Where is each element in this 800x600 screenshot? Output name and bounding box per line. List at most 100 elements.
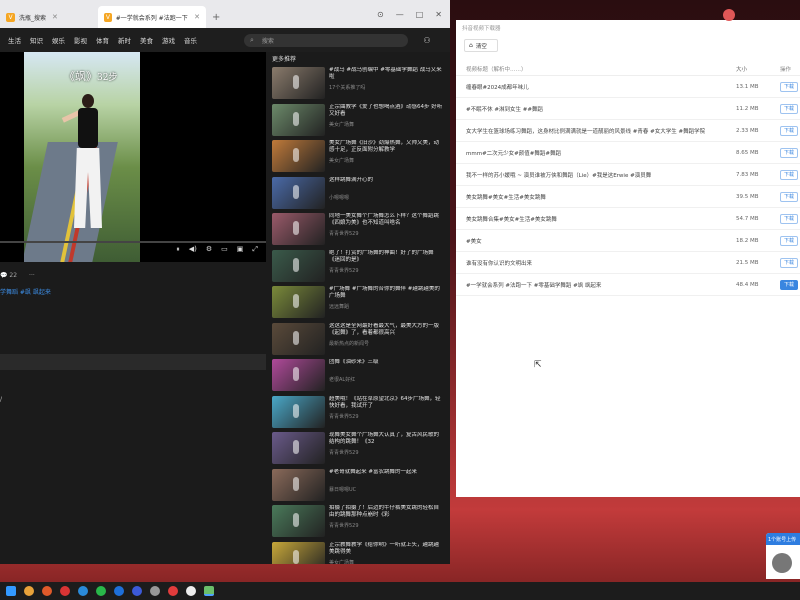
recommendation-thumbnail[interactable] xyxy=(272,103,325,136)
recommendation-item[interactable]: 这这这是全网最好看最大气，最美大方的一版《起舞》了，看着都很高兴 最新热点的新闻号 xyxy=(272,322,448,360)
nav-life[interactable]: 生活 xyxy=(8,35,21,45)
close-tab-icon[interactable]: ✕ xyxy=(52,13,58,21)
close-tab-icon[interactable]: ✕ xyxy=(194,13,200,21)
recommendation-author[interactable]: 小嗯嗯嗯 xyxy=(329,194,443,201)
more-icon[interactable]: ··· xyxy=(29,272,35,279)
recommendation-item[interactable]: 正宗教舞教学《给你哟》一听就上头，越跳越美跳得美美女广场舞 xyxy=(272,541,448,565)
recommendation-thumbnail[interactable] xyxy=(272,140,325,172)
recommendation-item[interactable]: 正宗曲教学《爱了也想喝点酒》动感64步 好听又好看美女广场舞 xyxy=(272,103,448,141)
comment-button[interactable]: 💬 22 xyxy=(0,272,17,279)
recommendation-thumbnail[interactable] xyxy=(272,67,325,99)
recommendation-title-text[interactable]: 团舞《油砂来》三级 xyxy=(329,359,443,373)
nav-sports[interactable]: 体育 xyxy=(96,35,109,45)
taskbar-app-explorer[interactable] xyxy=(24,586,34,596)
nav-news[interactable]: 新时 xyxy=(118,35,131,45)
taskbar-app-w[interactable] xyxy=(168,586,178,596)
maximize-button[interactable]: □ xyxy=(416,10,424,19)
recommendation-title-text[interactable]: 同地一美女舞个广场舞怎么下样？这个舞蹈跳《四娘为美》也不知道叫啥名 xyxy=(329,213,443,227)
recommendation-author[interactable]: 美女广场舞 xyxy=(329,559,443,565)
download-button[interactable]: 下载 xyxy=(780,169,798,180)
taskbar-app-settings[interactable] xyxy=(150,586,160,596)
nav-film[interactable]: 影视 xyxy=(74,35,87,45)
start-button[interactable] xyxy=(6,586,16,596)
recommendation-title-text[interactable]: 正宗曲教学《爱了也想喝点酒》动感64步 好听又好看 xyxy=(329,104,443,118)
pause-icon[interactable]: ⏸ xyxy=(176,245,180,254)
download-button[interactable]: 下载 xyxy=(780,147,798,158)
recommendation-item[interactable]: 美女广场舞《旧沙》劲爆热舞，又帅又美，动感十足，正反面附分解教学美女广场舞 xyxy=(272,140,448,177)
recommendation-author[interactable]: 17个关系推了吗 xyxy=(329,84,443,91)
taskbar-app-downloader[interactable] xyxy=(204,586,214,596)
recommendation-thumbnail[interactable] xyxy=(272,322,325,355)
tab-video[interactable]: V #一学就会系列 #法跑一下 #零基础 ✕ xyxy=(98,6,206,28)
recommendation-thumbnail[interactable] xyxy=(272,249,325,282)
nav-music[interactable]: 音乐 xyxy=(184,35,197,45)
user-icon[interactable]: ⚇ xyxy=(416,36,438,45)
tab-search[interactable]: V 洗瓶_搜索 ✕ xyxy=(0,6,98,28)
comment-input-area[interactable] xyxy=(0,354,266,370)
taskbar-app-firefox[interactable] xyxy=(42,586,52,596)
notification-popup[interactable]: 1个账号上传 xyxy=(766,533,800,579)
download-button[interactable]: 下载 xyxy=(780,191,798,202)
recommendation-author[interactable]: 老很AL好红 xyxy=(329,376,443,383)
recommendation-title-text[interactable]: #战马 #战马创编中 #零基础学舞蹈 战马又来啦 xyxy=(329,67,443,81)
download-button[interactable]: 下载 xyxy=(780,257,798,268)
recommendation-item[interactable]: 团舞《油砂来》三级老很AL好红 xyxy=(272,359,448,396)
desktop-icon[interactable] xyxy=(723,9,735,21)
recommendation-thumbnail[interactable] xyxy=(272,176,325,209)
minimize-button[interactable]: — xyxy=(396,10,404,19)
download-button[interactable]: 下载 xyxy=(780,213,798,224)
recommendation-author[interactable]: 美女广场舞 xyxy=(329,121,443,128)
recommendation-item[interactable]: 拍摄了拍摄了！后边的牛仔裤美女跳的轻松自由的跳舞那种点崩时《彩青青世界529 xyxy=(272,505,448,542)
recommendation-item[interactable]: #老哥就舞起来 #富农跳舞的一起来 暴日嗯嗯UC xyxy=(272,468,448,506)
recommendation-thumbnail[interactable] xyxy=(272,359,325,391)
recommendation-title-text[interactable]: 正宗教舞教学《给你哟》一听就上头，越跳越美跳得美 xyxy=(329,542,443,556)
recommendation-item[interactable]: 同地一美女舞个广场舞怎么下样？这个舞蹈跳《四娘为美》也不知道叫啥名青青世界529 xyxy=(272,213,448,250)
recommendation-item[interactable]: 这样跳舞满开心的小嗯嗯嗯 xyxy=(272,176,448,214)
taskbar-app-baidu[interactable] xyxy=(132,586,142,596)
recommendation-item[interactable]: #广场舞 #广场舞的合你的舞伴 #越跳越美的广场舞远远舞蹈 xyxy=(272,286,448,323)
recommendation-author[interactable]: 青青世界529 xyxy=(329,449,443,456)
browser-menu-icon[interactable]: ⊙ xyxy=(377,10,384,19)
recommendation-author[interactable]: 最新热点的新闻号 xyxy=(329,340,443,347)
close-window-button[interactable]: ✕ xyxy=(435,10,442,19)
recommendation-title-text[interactable]: 超美哦！《站在草原望北京》64步广场舞，轻快好看，我试开了 xyxy=(329,396,443,410)
progress-bar[interactable] xyxy=(0,241,266,243)
new-tab-button[interactable]: + xyxy=(212,12,220,23)
recommendation-title-text[interactable]: 现舞美女舞个广场舞大认真了，复古风民歌的结构的跳舞！《32 xyxy=(329,432,443,446)
recommendation-item[interactable]: #战马 #战马创编中 #零基础学舞蹈 战马又来啦 17个关系推了吗 xyxy=(272,67,448,104)
settings-icon[interactable]: ⚙ xyxy=(206,245,212,254)
recommendation-thumbnail[interactable] xyxy=(272,432,325,464)
recommendation-author[interactable]: 青青世界529 xyxy=(329,522,443,529)
volume-icon[interactable]: ◀) xyxy=(189,245,197,254)
download-button[interactable]: 下载 xyxy=(780,81,798,92)
recommendation-thumbnail[interactable] xyxy=(272,505,325,537)
nav-food[interactable]: 美食 xyxy=(140,35,153,45)
theater-icon[interactable]: ▣ xyxy=(237,245,244,254)
pip-icon[interactable]: ▭ xyxy=(221,245,228,254)
clear-button[interactable]: ⌂ 清空 xyxy=(464,39,498,52)
taskbar-app-qq[interactable] xyxy=(114,586,124,596)
recommendation-thumbnail[interactable] xyxy=(272,395,325,428)
recommendation-thumbnail[interactable] xyxy=(272,541,325,564)
recommendation-title-text[interactable]: #广场舞 #广场舞的合你的舞伴 #越跳越美的广场舞 xyxy=(329,286,443,300)
recommendation-title-text[interactable]: 这样跳舞满开心的 xyxy=(329,177,443,191)
taskbar-app-browser[interactable] xyxy=(78,586,88,596)
recommendation-author[interactable]: 青青世界529 xyxy=(329,230,443,237)
recommendation-thumbnail[interactable] xyxy=(272,286,325,318)
recommendation-title-text[interactable]: 拍摄了拍摄了！后边的牛仔裤美女跳的轻松自由的跳舞那种点崩时《彩 xyxy=(329,505,443,519)
taskbar-app-netease[interactable] xyxy=(60,586,70,596)
nav-knowledge[interactable]: 知识 xyxy=(30,35,43,45)
recommendation-author[interactable]: 美女广场舞 xyxy=(329,157,443,164)
recommendation-item[interactable]: 现舞美女舞个广场舞大认真了，复古风民歌的结构的跳舞！《32 青青世界529 xyxy=(272,432,448,469)
recommendation-title-text[interactable]: #老哥就舞起来 #富农跳舞的一起来 xyxy=(329,469,443,483)
download-button[interactable]: 下载 xyxy=(780,279,798,290)
fullscreen-icon[interactable]: ⤢ xyxy=(252,245,258,254)
recommendation-author[interactable]: 青青世界529 xyxy=(329,413,443,420)
download-button[interactable]: 下载 xyxy=(780,103,798,114)
recommendation-thumbnail[interactable] xyxy=(272,213,325,245)
recommendation-author[interactable]: 青青世界529 xyxy=(329,267,443,274)
download-button[interactable]: 下载 xyxy=(780,235,798,246)
recommendation-title-text[interactable]: 美女广场舞《旧沙》劲爆热舞，又帅又美，动感十足，正反面附分解教学 xyxy=(329,140,443,154)
recommendation-item[interactable]: 超美哦！《站在草原望北京》64步广场舞，轻快好看，我试开了青青世界529 xyxy=(272,395,448,433)
recommendation-author[interactable]: 远远舞蹈 xyxy=(329,303,443,310)
